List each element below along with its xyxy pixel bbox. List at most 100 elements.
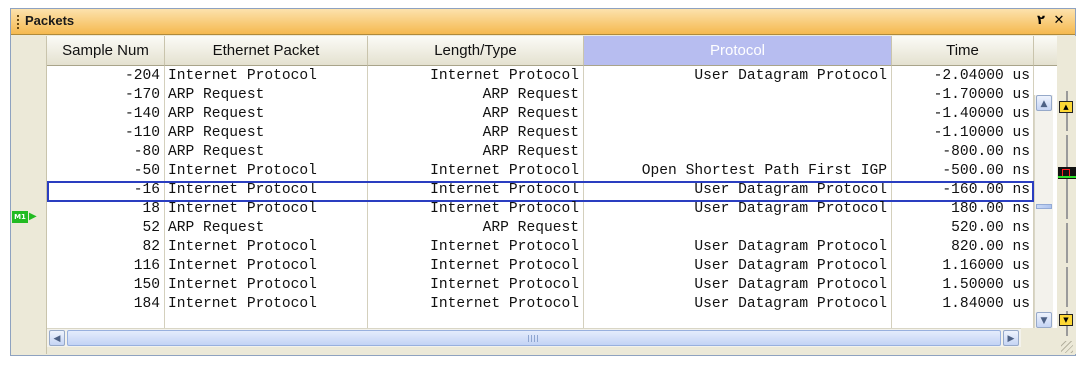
panel-title: Packets xyxy=(25,13,75,28)
table-row[interactable]: 184 Internet Protocol Internet Protocol Use… xyxy=(47,295,1057,314)
cell-time: -1.10000 us xyxy=(933,125,1030,141)
table-row[interactable]: -204 Internet Protocol Internet Protocol Us… xyxy=(47,67,1057,86)
table-row[interactable]: 116 Internet Protocol Internet Protocol Use… xyxy=(47,257,1057,276)
cell-ethernet-packet: Internet Protocol xyxy=(168,239,317,255)
navigator-track xyxy=(1066,91,1068,336)
cell-ethernet-packet: Internet Protocol xyxy=(168,277,317,293)
table-row[interactable]: -140 ARP Request ARP Request -1.40000 us xyxy=(47,105,1057,124)
vertical-scroll-thumb[interactable] xyxy=(1036,204,1052,209)
cell-time: 520.00 ns xyxy=(951,220,1030,236)
navigator-position-icon[interactable] xyxy=(1058,167,1076,179)
cell-length-type: Internet Protocol xyxy=(430,296,579,312)
cell-protocol: User Datagram Protocol xyxy=(694,239,887,255)
cell-length-type: ARP Request xyxy=(482,144,579,160)
cell-length-type: ARP Request xyxy=(482,87,579,103)
table-row[interactable]: 18 Internet Protocol Internet Protocol User… xyxy=(47,200,1057,219)
cell-ethernet-packet: Internet Protocol xyxy=(168,163,317,179)
cell-sample-num: 150 xyxy=(133,277,160,293)
cell-protocol: Open Shortest Path First IGP xyxy=(641,163,887,179)
cell-time: -2.04000 us xyxy=(933,68,1030,84)
column-header-time[interactable]: Time xyxy=(892,36,1034,66)
cell-ethernet-packet: Internet Protocol xyxy=(168,68,317,84)
column-header-filler xyxy=(1034,36,1057,66)
close-icon[interactable]: ✕ xyxy=(1051,13,1067,28)
cell-sample-num: -140 xyxy=(124,106,160,122)
cell-sample-num: -170 xyxy=(124,87,160,103)
pin-icon[interactable]: ٢ xyxy=(1033,13,1049,28)
cell-time: -160.00 ns xyxy=(942,182,1030,198)
cell-ethernet-packet: ARP Request xyxy=(168,220,265,236)
table-row[interactable]: -80 ARP Request ARP Request -800.00 ns xyxy=(47,143,1057,162)
marker-navigator: ▲ ▼ xyxy=(1058,36,1076,354)
cell-protocol xyxy=(584,143,891,162)
cell-length-type: Internet Protocol xyxy=(430,239,579,255)
vertical-scrollbar[interactable]: ▲ ▼ xyxy=(1034,95,1053,328)
cell-sample-num: -50 xyxy=(133,163,160,179)
cell-time: 180.00 ns xyxy=(951,201,1030,217)
cell-length-type: Internet Protocol xyxy=(430,277,579,293)
cell-length-type: Internet Protocol xyxy=(430,163,579,179)
horizontal-scrollbar[interactable]: ◀ ▶ xyxy=(47,328,1021,347)
cell-time: -1.70000 us xyxy=(933,87,1030,103)
navigator-top-icon[interactable]: ▲ xyxy=(1059,101,1073,113)
cell-time: 1.16000 us xyxy=(942,258,1030,274)
table-row-selected[interactable]: -16 Internet Protocol Internet Protocol Use… xyxy=(47,181,1057,202)
packets-panel: Packets ٢ ✕ M1 ▶ Sample Num Ethernet Pac… xyxy=(10,8,1076,356)
resize-grip-icon[interactable] xyxy=(1061,341,1073,353)
navigator-bottom-icon[interactable]: ▼ xyxy=(1059,314,1073,326)
cell-ethernet-packet: Internet Protocol xyxy=(168,258,317,274)
table-row[interactable]: 82 Internet Protocol Internet Protocol User… xyxy=(47,238,1057,257)
cell-protocol: User Datagram Protocol xyxy=(694,68,887,84)
cell-protocol xyxy=(584,105,891,124)
panel-title-bar[interactable]: Packets ٢ ✕ xyxy=(11,9,1075,35)
column-header-ethernet-packet[interactable]: Ethernet Packet xyxy=(165,36,368,66)
cell-length-type: ARP Request xyxy=(482,220,579,236)
table-row[interactable]: -110 ARP Request ARP Request -1.10000 us xyxy=(47,124,1057,143)
column-header-sample-num[interactable]: Sample Num xyxy=(47,36,165,66)
column-header-length-type[interactable]: Length/Type xyxy=(368,36,584,66)
cell-time: 1.50000 us xyxy=(942,277,1030,293)
cell-length-type: Internet Protocol xyxy=(430,68,579,84)
cell-ethernet-packet: Internet Protocol xyxy=(168,201,317,217)
cell-length-type: Internet Protocol xyxy=(430,201,579,217)
cell-time: 820.00 ns xyxy=(951,239,1030,255)
marker-gutter: M1 ▶ xyxy=(12,36,47,354)
table-row[interactable]: 52 ARP Request ARP Request 520.00 ns xyxy=(47,219,1057,238)
scroll-left-icon[interactable]: ◀ xyxy=(49,330,65,346)
cell-ethernet-packet: ARP Request xyxy=(168,106,265,122)
cell-protocol xyxy=(584,219,891,238)
cell-sample-num: -110 xyxy=(124,125,160,141)
scroll-right-icon[interactable]: ▶ xyxy=(1003,330,1019,346)
cell-sample-num: 52 xyxy=(142,220,160,236)
cell-ethernet-packet: Internet Protocol xyxy=(168,296,317,312)
table-row[interactable]: -50 Internet Protocol Internet Protocol Ope… xyxy=(47,162,1057,181)
scroll-grip-icon xyxy=(528,335,538,342)
cell-length-type: ARP Request xyxy=(482,125,579,141)
cell-time: 1.84000 us xyxy=(942,296,1030,312)
cell-length-type: ARP Request xyxy=(482,106,579,122)
cell-protocol: User Datagram Protocol xyxy=(694,182,887,198)
horizontal-scroll-thumb[interactable] xyxy=(67,330,1001,346)
scroll-up-icon[interactable]: ▲ xyxy=(1036,95,1052,111)
column-header-protocol[interactable]: Protocol xyxy=(584,36,892,66)
cell-sample-num: 18 xyxy=(142,201,160,217)
packet-rows: -204 Internet Protocol Internet Protocol Us… xyxy=(47,67,1057,314)
cell-protocol: User Datagram Protocol xyxy=(694,201,887,217)
cell-sample-num: 116 xyxy=(133,258,160,274)
cell-protocol xyxy=(584,124,891,143)
cell-protocol: User Datagram Protocol xyxy=(694,296,887,312)
cell-sample-num: -80 xyxy=(133,144,160,160)
cell-protocol xyxy=(584,86,891,105)
packets-grid: Sample Num Ethernet Packet Length/Type P… xyxy=(47,36,1057,328)
table-row[interactable]: -170 ARP Request ARP Request -1.70000 us xyxy=(47,86,1057,105)
marker-label: M1 xyxy=(12,211,28,223)
scroll-down-icon[interactable]: ▼ xyxy=(1036,312,1052,328)
cell-length-type: Internet Protocol xyxy=(430,182,579,198)
cell-length-type: Internet Protocol xyxy=(430,258,579,274)
cell-sample-num: 184 xyxy=(133,296,160,312)
drag-grip-icon[interactable] xyxy=(17,15,19,29)
table-row[interactable]: 150 Internet Protocol Internet Protocol Use… xyxy=(47,276,1057,295)
marker-arrow-icon: ▶ xyxy=(29,211,37,222)
cell-sample-num: -204 xyxy=(124,68,160,84)
cell-time: -1.40000 us xyxy=(933,106,1030,122)
